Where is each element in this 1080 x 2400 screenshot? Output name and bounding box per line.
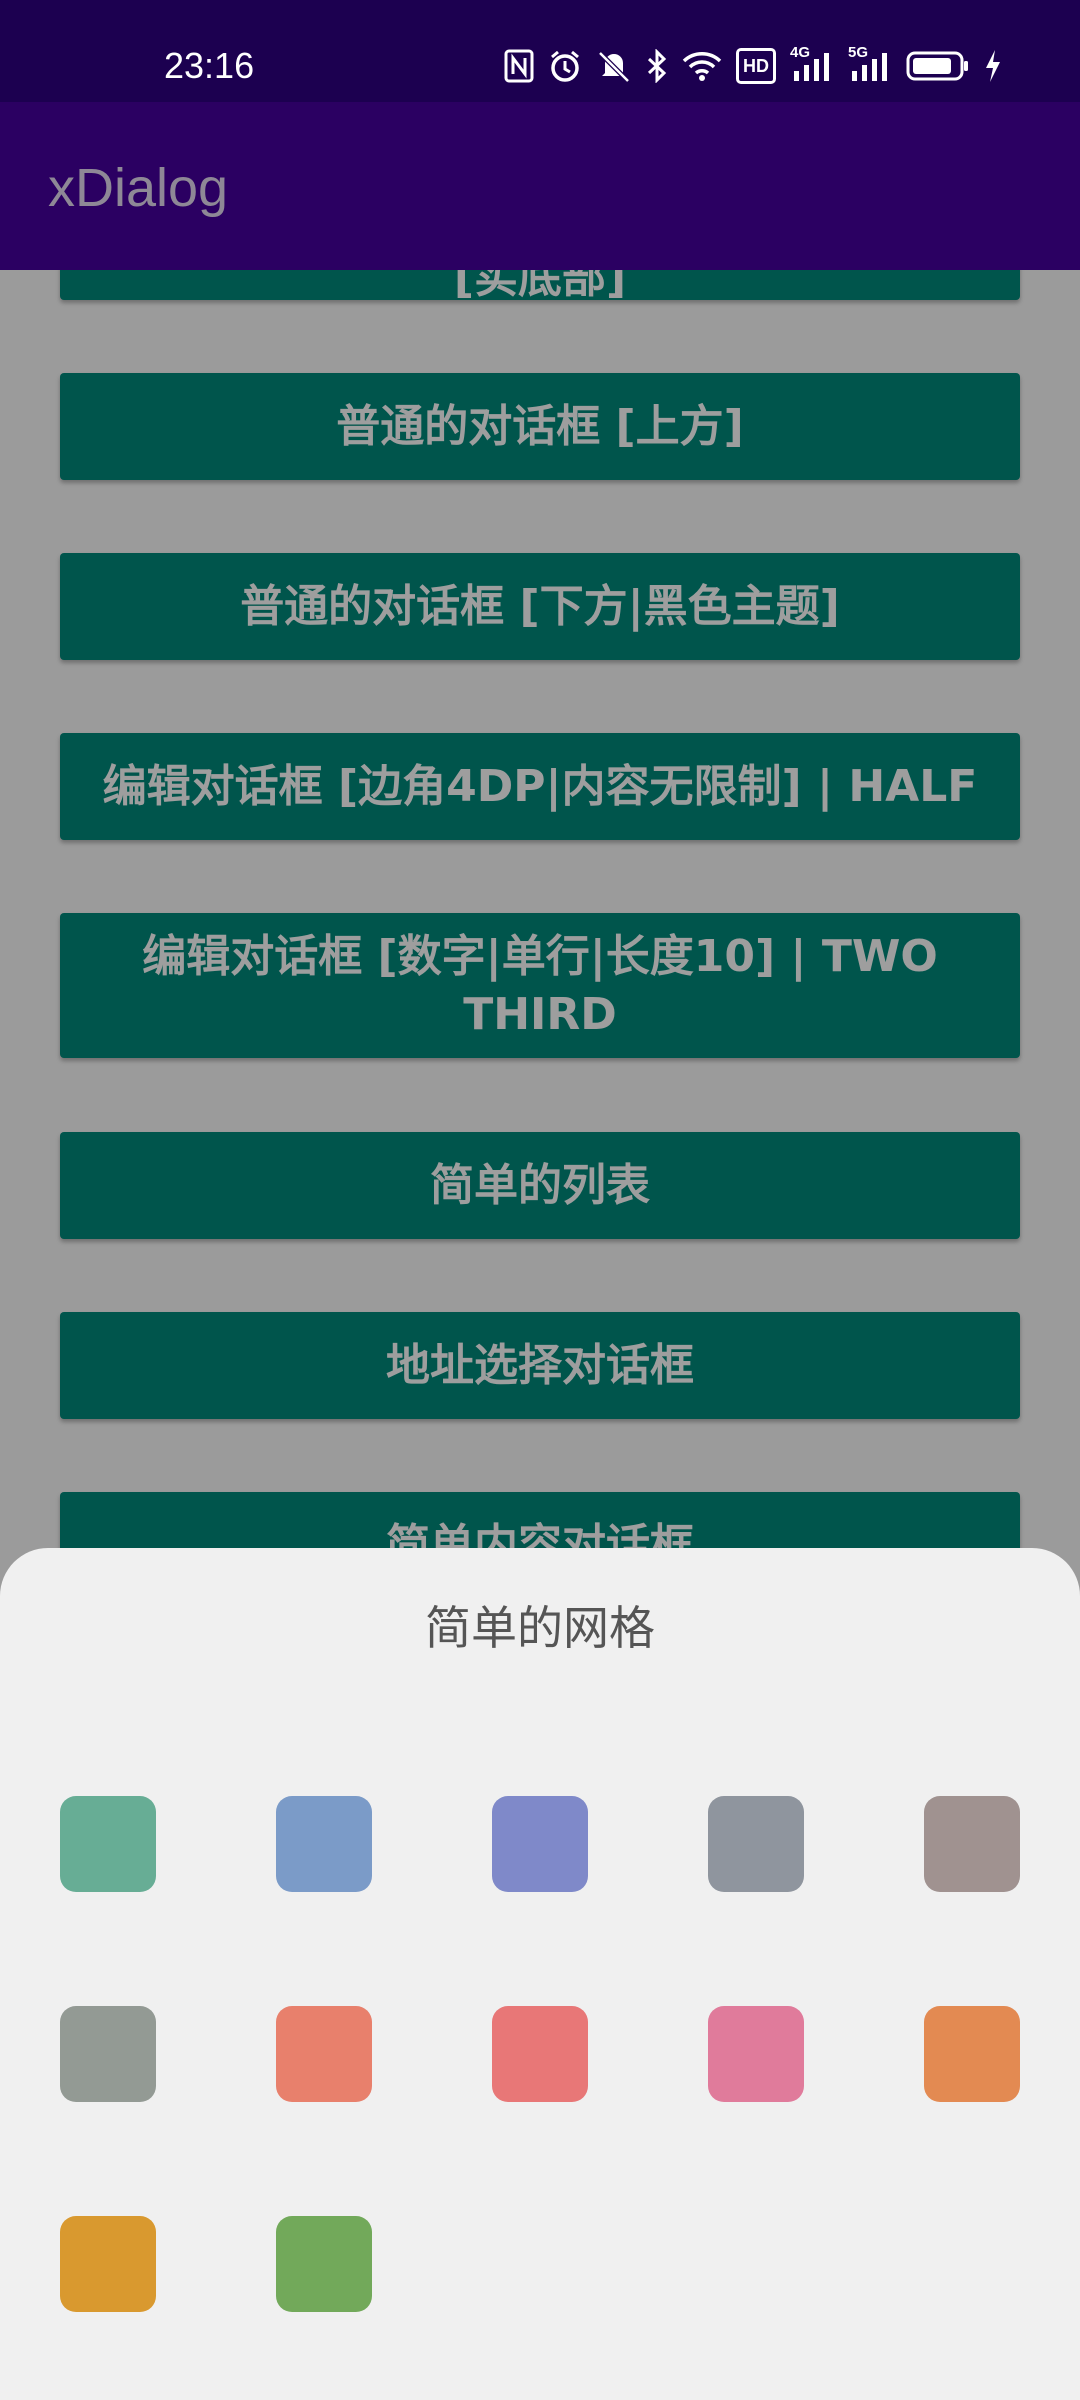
grid-color-tile-icon[interactable] — [924, 2006, 1020, 2102]
grid-color-tile-icon[interactable] — [276, 1796, 372, 1892]
signal-4g-label: 4G — [790, 44, 811, 61]
grid-color-tile-icon[interactable] — [924, 1796, 1020, 1892]
grid-color-tile-icon[interactable] — [276, 2006, 372, 2102]
app-bar: xDialog — [0, 102, 1080, 270]
wifi-icon — [682, 46, 722, 86]
grid-color-tile-icon[interactable] — [492, 2006, 588, 2102]
sheet-title: 简单的网格 — [425, 1601, 655, 1655]
app-title: xDialog — [48, 158, 229, 218]
nfc-icon — [504, 46, 534, 86]
bluetooth-icon — [646, 46, 668, 86]
alarm-icon — [548, 46, 582, 86]
grid-color-tile-icon[interactable] — [60, 1796, 156, 1892]
grid-color-tile-icon[interactable] — [276, 2216, 372, 2312]
grid-color-tile-icon[interactable] — [60, 2216, 156, 2312]
grid-bottom-sheet: 简单的网格 — [0, 1548, 1080, 2400]
grid-color-tile-icon[interactable] — [492, 1796, 588, 1892]
charging-icon — [984, 46, 1002, 86]
status-icons: HD 4G 5G — [504, 44, 1002, 88]
status-bar: 23:16 HD 4G 5G — [0, 0, 1080, 102]
grid-color-tile-icon[interactable] — [708, 1796, 804, 1892]
hd-icon: HD — [736, 48, 776, 84]
status-time: 23:16 — [164, 45, 255, 86]
signal-4g-icon: 4G — [790, 44, 834, 86]
battery-icon — [906, 46, 970, 86]
grid-color-tile-icon[interactable] — [60, 2006, 156, 2102]
signal-5g-label: 5G — [848, 44, 869, 61]
mute-icon — [596, 46, 632, 86]
grid-color-tile-icon[interactable] — [708, 2006, 804, 2102]
signal-5g-icon: 5G — [848, 44, 892, 86]
